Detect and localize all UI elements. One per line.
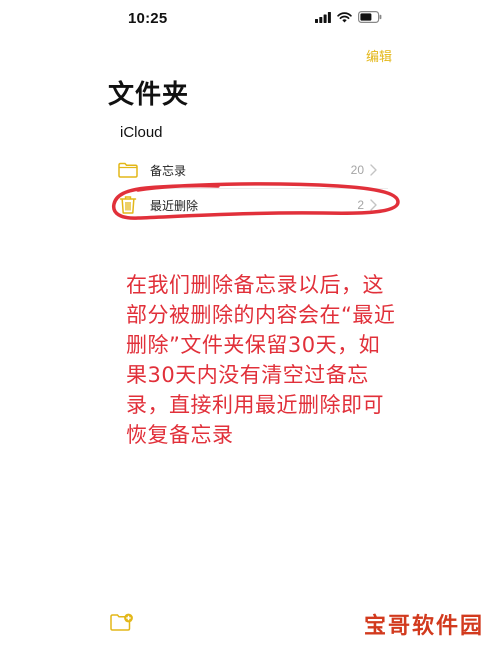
signal-icon	[315, 11, 331, 23]
folder-row-recently-deleted[interactable]: 最近删除 2	[118, 192, 388, 218]
folder-icon	[118, 160, 138, 180]
status-time: 10:25	[128, 10, 168, 27]
chevron-right-icon	[370, 199, 377, 211]
watermark-text: 宝哥软件园	[363, 614, 484, 639]
battery-icon	[358, 11, 382, 23]
folder-label: 最近删除	[150, 198, 199, 213]
folder-row-notes[interactable]: 备忘录 20	[118, 157, 388, 183]
row-divider	[150, 188, 388, 189]
annotation-text: 在我们删除备忘录以后，这部分被删除的内容会在“最近删除”文件夹保留30天，如果3…	[126, 273, 396, 447]
wifi-icon	[337, 11, 352, 22]
page-title: 文件夹	[108, 80, 190, 110]
new-folder-button[interactable]	[110, 612, 134, 632]
status-bar: 10:25	[0, 0, 500, 40]
folder-count: 2	[357, 198, 364, 212]
new-folder-icon	[110, 613, 133, 631]
status-icons	[315, 11, 382, 23]
folder-label: 备忘录	[150, 163, 187, 178]
chevron-right-icon	[370, 164, 377, 176]
edit-button[interactable]: 编辑	[366, 46, 392, 65]
section-header-icloud[interactable]: iCloud	[120, 124, 163, 141]
watermark: 宝哥软件园	[355, 604, 492, 644]
trash-icon	[118, 195, 138, 215]
folder-count: 20	[350, 163, 364, 177]
